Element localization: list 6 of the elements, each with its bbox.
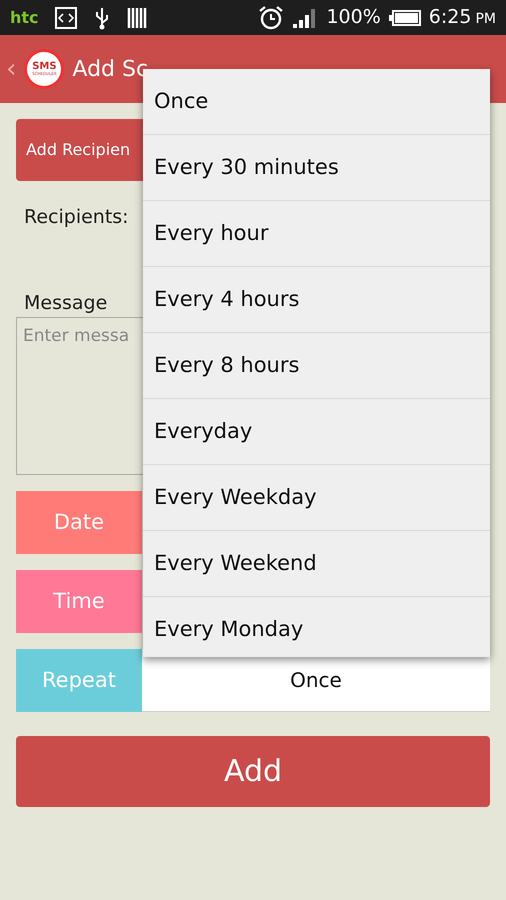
brand-label: htc bbox=[10, 6, 39, 28]
battery-percent: 100% bbox=[326, 5, 381, 30]
message-label: Message bbox=[24, 290, 108, 316]
clock-ampm: PM bbox=[475, 10, 496, 30]
recipients-label: Recipients: bbox=[24, 205, 129, 230]
clock-time: 6:25 bbox=[428, 5, 472, 30]
